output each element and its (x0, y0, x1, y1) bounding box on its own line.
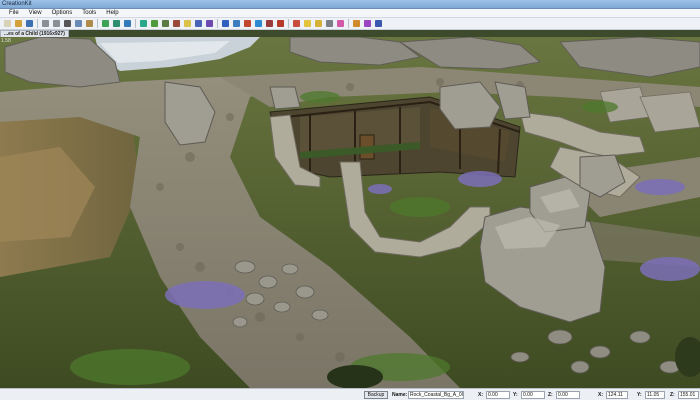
x-rotation-field[interactable]: 124.11 (606, 391, 628, 399)
object-icon-glyph (173, 20, 180, 27)
gem-icon[interactable] (139, 19, 148, 28)
rotate-icon-glyph (124, 20, 131, 27)
x-rotation-label: X: (598, 392, 603, 398)
navmesh-icon[interactable] (254, 19, 263, 28)
cut-icon-glyph (64, 20, 71, 27)
ai-icon[interactable] (221, 19, 230, 28)
gem-icon-glyph (140, 20, 147, 27)
star-icon-glyph (337, 20, 344, 27)
triangle-icon[interactable] (205, 19, 214, 28)
creation-kit-window: CreationKit File View Options Tools Help… (0, 0, 700, 400)
graph-icon[interactable] (243, 19, 252, 28)
copy-icon-glyph (75, 20, 82, 27)
gear-icon-glyph (326, 20, 333, 27)
lightbulb-icon-glyph (304, 20, 311, 27)
render-viewport[interactable] (0, 37, 700, 388)
arrow-icon[interactable] (363, 19, 372, 28)
rotate-icon[interactable] (123, 19, 132, 28)
x-position-label: X: (478, 392, 483, 398)
list-icon[interactable] (232, 19, 241, 28)
open-icon-glyph (15, 20, 22, 27)
toolbar (0, 18, 700, 30)
toolbar-separator (288, 19, 289, 28)
mountain-icon[interactable] (161, 19, 170, 28)
shape-icon[interactable] (194, 19, 203, 28)
heart-icon-glyph (315, 20, 322, 27)
landscape-icon-glyph (151, 20, 158, 27)
viewport-corner-readout: 1.58 (1, 38, 11, 44)
cell-icon[interactable] (265, 19, 274, 28)
menu-options[interactable]: Options (47, 9, 78, 18)
triangle-icon-glyph (206, 20, 213, 27)
z-position-field[interactable]: 0.00 (556, 391, 580, 399)
arrow-icon-glyph (364, 20, 371, 27)
light-icon[interactable] (183, 19, 192, 28)
ai-icon-glyph (222, 20, 229, 27)
copy-icon[interactable] (74, 19, 83, 28)
gear-icon[interactable] (325, 19, 334, 28)
paste-icon-glyph (86, 20, 93, 27)
dialogue-icon[interactable] (292, 19, 301, 28)
dialogue-icon-glyph (293, 20, 300, 27)
snap-icon[interactable] (112, 19, 121, 28)
status-bar: Backup Name: Rock_Coastal_Bg_A_005 X: 0.… (0, 388, 700, 400)
help-icon[interactable] (374, 19, 383, 28)
redo-icon-glyph (53, 20, 60, 27)
light-icon-glyph (184, 20, 191, 27)
menu-tools[interactable]: Tools (77, 9, 101, 18)
toolbar-separator (348, 19, 349, 28)
help-icon-glyph (375, 20, 382, 27)
cut-icon[interactable] (63, 19, 72, 28)
name-field[interactable]: Rock_Coastal_Bg_A_005 (408, 391, 464, 399)
mountain-icon-glyph (162, 20, 169, 27)
shape-icon-glyph (195, 20, 202, 27)
graph-icon-glyph (244, 20, 251, 27)
new-icon-glyph (4, 20, 11, 27)
render-icon-glyph (102, 20, 109, 27)
backup-button[interactable]: Backup (364, 391, 388, 399)
toolbar-separator (135, 19, 136, 28)
z-position-label: Z: (548, 392, 553, 398)
y-position-label: Y: (513, 392, 518, 398)
menu-file[interactable]: File (4, 9, 24, 18)
paste-icon[interactable] (85, 19, 94, 28)
navmesh-icon-glyph (255, 20, 262, 27)
x-position-field[interactable]: 0.00 (486, 391, 510, 399)
undo-icon[interactable] (41, 19, 50, 28)
warning-icon[interactable] (352, 19, 361, 28)
star-icon[interactable] (336, 19, 345, 28)
landscape-icon[interactable] (150, 19, 159, 28)
viewport-tab[interactable]: ...es of a Child (1916x927) (0, 30, 69, 37)
object-icon[interactable] (172, 19, 181, 28)
toolbar-separator (37, 19, 38, 28)
snap-icon-glyph (113, 20, 120, 27)
y-rotation-field[interactable]: 11.05 (645, 391, 665, 399)
y-rotation-label: Y: (637, 392, 642, 398)
list-icon-glyph (233, 20, 240, 27)
z-rotation-field[interactable]: 155.01 (678, 391, 699, 399)
heart-icon[interactable] (314, 19, 323, 28)
scene-render (0, 37, 700, 388)
book-icon-glyph (277, 20, 284, 27)
z-rotation-label: Z: (670, 392, 675, 398)
render-icon[interactable] (101, 19, 110, 28)
toolbar-separator (97, 19, 98, 28)
book-icon[interactable] (276, 19, 285, 28)
y-position-field[interactable]: 0.00 (521, 391, 545, 399)
lightbulb-icon[interactable] (303, 19, 312, 28)
undo-icon-glyph (42, 20, 49, 27)
open-icon[interactable] (14, 19, 23, 28)
cell-icon-glyph (266, 20, 273, 27)
new-icon[interactable] (3, 19, 12, 28)
name-label: Name: (392, 392, 408, 398)
save-icon-glyph (26, 20, 33, 27)
menu-view[interactable]: View (24, 9, 47, 18)
menu-bar: File View Options Tools Help (0, 9, 700, 18)
warning-icon-glyph (353, 20, 360, 27)
save-icon[interactable] (25, 19, 34, 28)
menu-help[interactable]: Help (101, 9, 123, 18)
redo-icon[interactable] (52, 19, 61, 28)
toolbar-separator (217, 19, 218, 28)
